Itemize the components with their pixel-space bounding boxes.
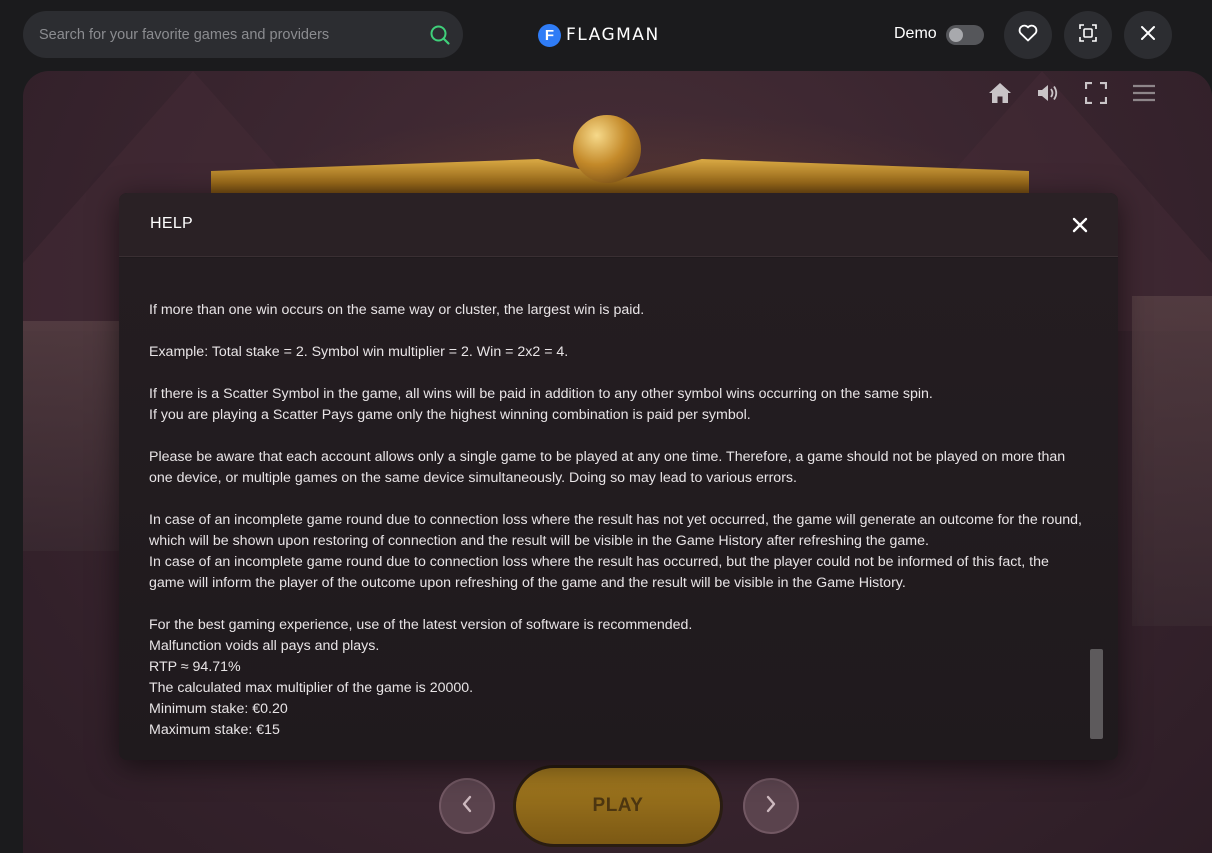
game-toolbar <box>988 81 1156 105</box>
help-content[interactable]: If more than one win occurs on the same … <box>119 258 1118 760</box>
help-line: Example: Total stake = 2. Symbol win mul… <box>149 344 569 360</box>
help-line: In case of an incomplete game round due … <box>149 554 1049 570</box>
help-text: If more than one win occurs on the same … <box>149 300 1084 741</box>
previous-button[interactable] <box>439 778 495 834</box>
chevron-left-icon <box>461 795 473 818</box>
help-close-icon[interactable] <box>1068 213 1092 237</box>
heart-icon <box>1018 24 1038 47</box>
search-bar[interactable] <box>23 11 463 58</box>
close-game-button[interactable] <box>1124 11 1172 59</box>
help-line: which will be shown upon restoring of co… <box>149 533 929 549</box>
help-dialog: HELP If more than one win occurs on the … <box>119 193 1118 760</box>
help-line: If more than one win occurs on the same … <box>149 302 645 318</box>
help-line: Please be aware that each account allows… <box>149 449 1066 465</box>
close-icon <box>1140 25 1156 46</box>
sound-icon[interactable] <box>1036 81 1060 105</box>
home-icon[interactable] <box>988 81 1012 105</box>
help-line: Minimum stake: €0.20 <box>149 701 288 717</box>
background-building-left <box>23 321 123 551</box>
flagman-logo-icon: F <box>538 23 561 47</box>
help-line: Malfunction voids all pays and plays. <box>149 638 380 654</box>
toggle-knob <box>949 28 963 42</box>
help-line: In case of an incomplete game round due … <box>149 512 1082 528</box>
search-icon[interactable] <box>429 24 451 46</box>
help-line: If you are playing a Scatter Pays game o… <box>149 407 751 423</box>
help-scrollbar[interactable] <box>1090 649 1103 739</box>
help-line: game will inform the player of the outco… <box>149 575 906 591</box>
top-bar: F FLAGMAN Demo <box>0 0 1212 70</box>
help-line: The calculated max multiplier of the gam… <box>149 680 474 696</box>
help-line: Maximum stake: €15 <box>149 722 280 738</box>
help-title: HELP <box>150 215 193 232</box>
next-button[interactable] <box>743 778 799 834</box>
brand-name: FLAGMAN <box>566 25 660 45</box>
help-line: RTP ≈ 94.71% <box>149 659 241 675</box>
demo-toggle[interactable] <box>946 25 984 45</box>
help-line: If there is a Scatter Symbol in the game… <box>149 386 933 402</box>
chevron-right-icon <box>765 795 777 818</box>
menu-icon[interactable] <box>1132 81 1156 105</box>
search-input[interactable] <box>39 11 419 58</box>
fullscreen-icon[interactable] <box>1084 81 1108 105</box>
play-button[interactable]: PLAY <box>516 768 720 844</box>
brand-logo[interactable]: F FLAGMAN <box>538 23 660 47</box>
help-dialog-header: HELP <box>119 193 1118 257</box>
favorite-button[interactable] <box>1004 11 1052 59</box>
game-logo-orb <box>573 115 641 183</box>
background-building-right <box>1132 296 1212 626</box>
demo-label: Demo <box>894 25 937 42</box>
expand-button[interactable] <box>1064 11 1112 59</box>
help-line: one device, or multiple games on the sam… <box>149 470 797 486</box>
expand-frame-icon <box>1078 23 1098 48</box>
help-line: For the best gaming experience, use of t… <box>149 617 693 633</box>
